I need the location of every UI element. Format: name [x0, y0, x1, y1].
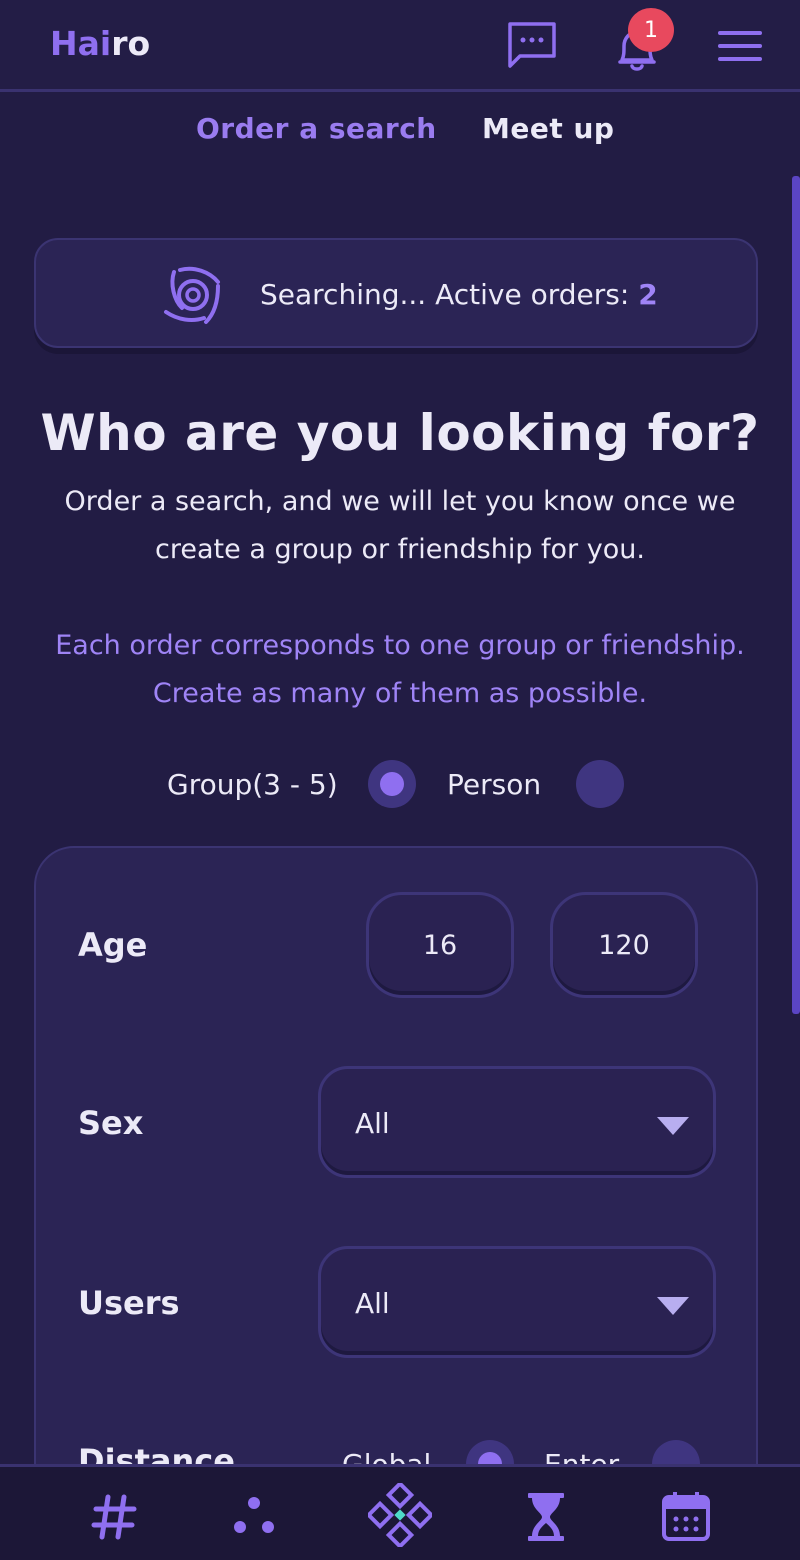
chevron-down-icon: [657, 1297, 689, 1315]
tab-meet-up[interactable]: Meet up: [482, 112, 614, 145]
dots-icon[interactable]: [226, 1489, 282, 1545]
users-label: Users: [78, 1284, 180, 1322]
app-header: Hairo 1: [0, 0, 800, 92]
diamond-icon[interactable]: [368, 1483, 432, 1547]
radio-label-group: Group(3 - 5): [167, 768, 338, 801]
users-select[interactable]: All: [318, 1246, 716, 1358]
search-status-card: Searching... Active orders: 2: [34, 238, 758, 348]
age-min-input[interactable]: 16: [366, 892, 514, 998]
calendar-icon[interactable]: [658, 1489, 714, 1545]
status-label: Searching... Active orders:: [260, 278, 639, 311]
radio-person[interactable]: [576, 760, 624, 808]
search-radar-icon: [164, 266, 220, 324]
page-title: Who are you looking for?: [40, 404, 760, 462]
chat-icon[interactable]: [506, 20, 558, 70]
age-max-input[interactable]: 120: [550, 892, 698, 998]
age-label: Age: [78, 926, 148, 964]
menu-icon[interactable]: [716, 28, 764, 64]
intro-subtitle: Order a search, and we will let you know…: [64, 486, 736, 565]
users-select-value: All: [355, 1287, 390, 1320]
scrollbar[interactable]: [792, 176, 800, 1014]
logo-part-accent: Hai: [50, 24, 112, 63]
logo-part-plain: ro: [111, 24, 151, 63]
sex-select-value: All: [355, 1107, 390, 1140]
filter-card: Age 16 120 Sex All Users All Distance Gl…: [34, 846, 758, 1560]
sex-select[interactable]: All: [318, 1066, 716, 1178]
radio-group[interactable]: [368, 760, 416, 808]
tab-order-search[interactable]: Order a search: [196, 112, 437, 145]
app-logo[interactable]: Hairo: [50, 24, 150, 63]
sex-label: Sex: [78, 1104, 144, 1142]
active-orders-count: 2: [638, 278, 658, 311]
tab-bar: Order a search Meet up: [0, 112, 800, 156]
search-type-selector: Group(3 - 5) Person: [0, 760, 800, 810]
intro-note: Each order corresponds to one group or f…: [55, 630, 745, 709]
chevron-down-icon: [657, 1117, 689, 1135]
bottom-nav: [0, 1464, 800, 1560]
hourglass-icon[interactable]: [518, 1489, 574, 1545]
notification-badge: 1: [628, 8, 674, 52]
radio-label-person: Person: [447, 768, 542, 801]
status-text: Searching... Active orders: 2: [260, 278, 658, 311]
hashtag-icon[interactable]: [86, 1489, 142, 1545]
